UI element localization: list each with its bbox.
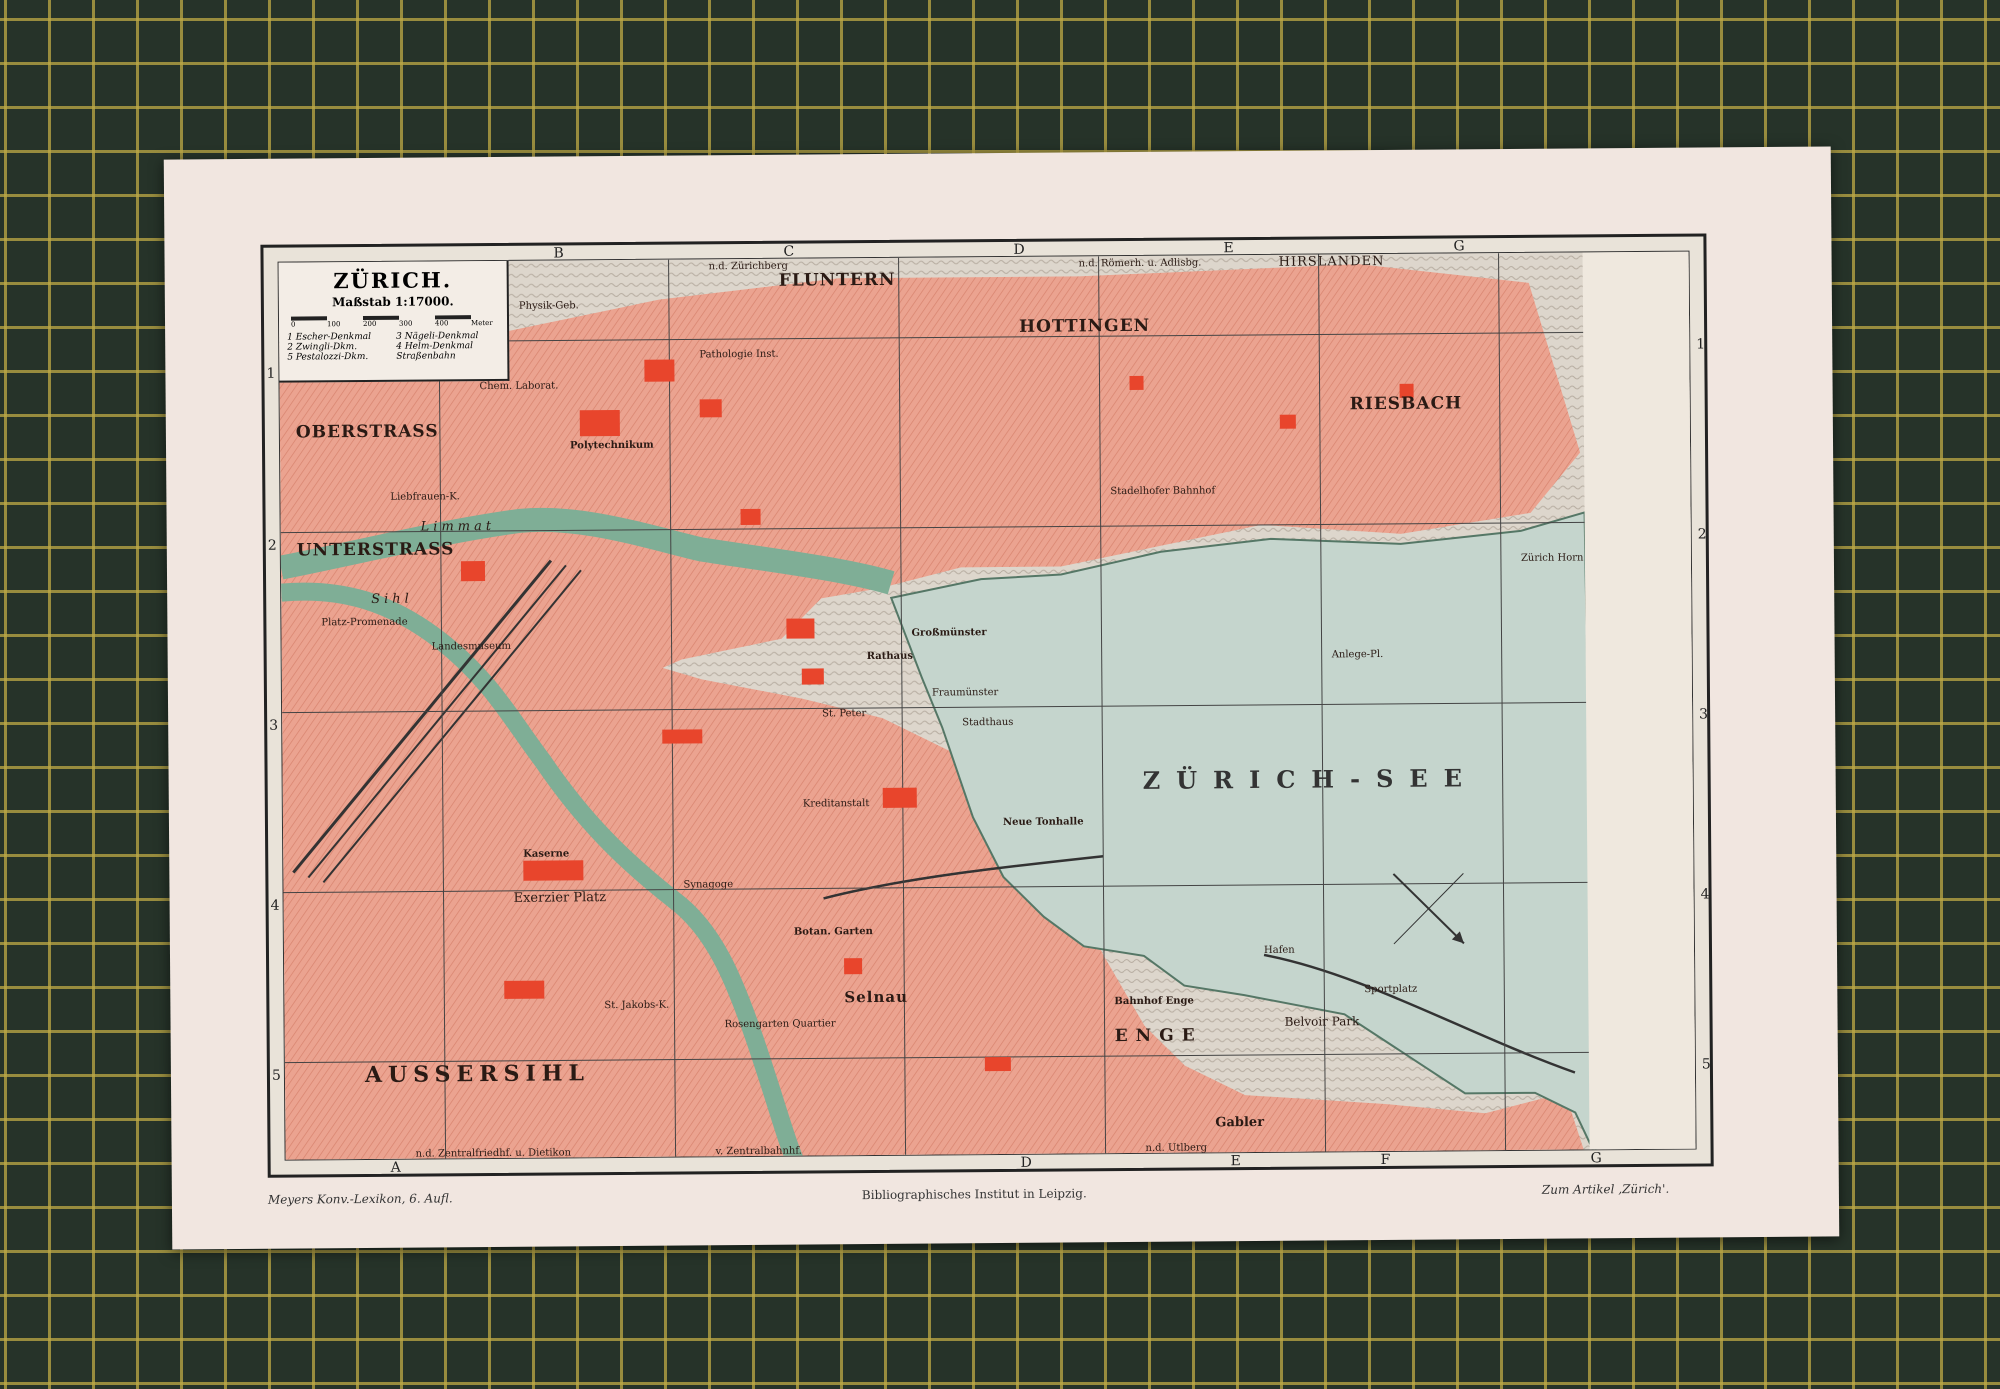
footer-article-ref: Zum Artikel ‚Zürich'. (1541, 1181, 1670, 1197)
place-label: St. Jakobs-K. (604, 999, 670, 1012)
note-hirslanden: HIRSLANDEN (1278, 253, 1385, 270)
place-label: Physik-Geb. (518, 300, 579, 312)
scale-tick-400: 400 (435, 319, 449, 328)
river-sihl-label: Sihl (371, 591, 413, 607)
place-label: Kreditanstalt (802, 798, 870, 810)
note-zurichberg: n.d. Zürichberg (708, 260, 788, 273)
place-label: Botan. Garten (793, 926, 873, 938)
map-legend: ZÜRICH. Maßstab 1:17000. 0 100 200 300 4… (278, 260, 510, 383)
legend-items: 1 Escher-Denkmal 3 Nägeli-Denkmal 2 Zwin… (287, 331, 499, 363)
row-label-1-right: 1 (1696, 336, 1706, 353)
place-label: Fraumünster (931, 687, 999, 699)
row-label-2: 2 (267, 537, 277, 554)
map-title: ZÜRICH. (333, 267, 453, 294)
place-label: Belvoir Park (1284, 1014, 1360, 1029)
river-limmat-label: Limmat (420, 518, 496, 535)
row-label-4-right: 4 (1700, 886, 1710, 903)
place-label: Exerzier Platz (513, 890, 607, 906)
district-fluntern: FLUNTERN (778, 269, 896, 291)
note-zentralfriedhof: n.d. Zentralfriedhf. u. Dietikon (415, 1147, 572, 1160)
district-hottingen: HOTTINGEN (1019, 315, 1151, 337)
footer-publication: Meyers Konv.-Lexikon, 6. Aufl. (267, 1191, 453, 1207)
district-oberstrass: OBERSTRASS (295, 421, 439, 443)
scale-unit: Meter (471, 318, 493, 328)
map-body: ZÜRICH. Maßstab 1:17000. 0 100 200 300 4… (277, 250, 1697, 1161)
place-label: Sportplatz (1364, 983, 1418, 996)
row-label-1: 1 (266, 365, 276, 382)
note-roemerhof: n.d. Römerh. u. Adlisbg. (1078, 257, 1202, 270)
district-aussersihl: AUSSERSIHL (364, 1060, 591, 1089)
place-label: Liebfrauen-K. (390, 491, 460, 503)
row-label-5: 5 (271, 1067, 281, 1084)
scale-tick-200: 200 (363, 319, 377, 329)
district-enge: ENGE (1114, 1025, 1203, 1047)
place-label: Rathaus (866, 650, 914, 663)
scale-bar: 0 100 200 300 400 Meter (290, 311, 495, 329)
row-label-2-right: 2 (1697, 526, 1707, 543)
place-label: Rosengarten Quartier (724, 1018, 836, 1031)
col-label-e-bottom: E (1230, 1153, 1241, 1170)
place-label: St. Peter (822, 708, 867, 720)
scale-tick-100: 100 (327, 320, 341, 329)
place-label: Pathologie Inst. (699, 348, 779, 361)
place-label: Anlege-Pl. (1331, 649, 1384, 661)
map-frame: B C D E G A D E F G 1 2 3 4 5 1 2 3 4 5 (260, 233, 1714, 1178)
district-riesbach: RIESBACH (1349, 393, 1463, 415)
place-label: Stadelhofer Bahnhof (1110, 485, 1216, 498)
map-scale: Maßstab 1:17000. (332, 294, 454, 310)
district-selnau: Selnau (844, 987, 909, 1007)
col-label-a-bottom: A (390, 1159, 401, 1176)
place-label: Polytechnikum (569, 439, 654, 452)
place-label: Stadthaus (962, 716, 1014, 729)
place-label: Chem. Laborat. (479, 380, 559, 393)
row-label-5-right: 5 (1701, 1056, 1711, 1073)
compass-rose-icon (1392, 873, 1465, 945)
scale-tick-300: 300 (399, 319, 413, 328)
row-label-3-right: 3 (1699, 706, 1709, 723)
place-label: Synagoge (683, 879, 734, 891)
scale-tick-0: 0 (291, 320, 296, 329)
map-print-sheet: B C D E G A D E F G 1 2 3 4 5 1 2 3 4 5 (163, 146, 1840, 1250)
place-label: Großmünster (911, 627, 987, 639)
col-label-g-bottom: G (1590, 1150, 1602, 1167)
legend-item: 5 Pestalozzi-Dkm. (287, 351, 369, 363)
row-label-3: 3 (269, 717, 279, 734)
place-label: Kaserne (523, 848, 570, 860)
district-unterstrass: UNTERSTRASS (296, 539, 455, 561)
row-label-4: 4 (270, 897, 280, 914)
footer-publisher: Bibliographisches Institut in Leipzig. (861, 1186, 1087, 1203)
place-label: Landesmuseum (431, 640, 512, 653)
place-label: Zürich Horn (1520, 552, 1584, 564)
note-zentralbahnhof: v. Zentralbahnhf. (715, 1145, 802, 1158)
col-label-f-bottom: F (1380, 1151, 1391, 1169)
place-label: Bahnhof Enge (1114, 995, 1194, 1008)
place-label: Neue Tonhalle (1002, 816, 1084, 828)
east-margin (1582, 251, 1697, 1156)
legend-item: Straßenbahn (396, 351, 456, 362)
place-label: Platz-Promenade (321, 616, 408, 629)
lake-label: ZÜRICH-SEE (1142, 763, 1479, 795)
note-uetliberg: n.d. Utlberg (1145, 1142, 1208, 1154)
col-label-d-bottom: D (1020, 1154, 1032, 1171)
place-label: Gabler (1215, 1114, 1265, 1131)
place-label: Hafen (1263, 944, 1295, 956)
